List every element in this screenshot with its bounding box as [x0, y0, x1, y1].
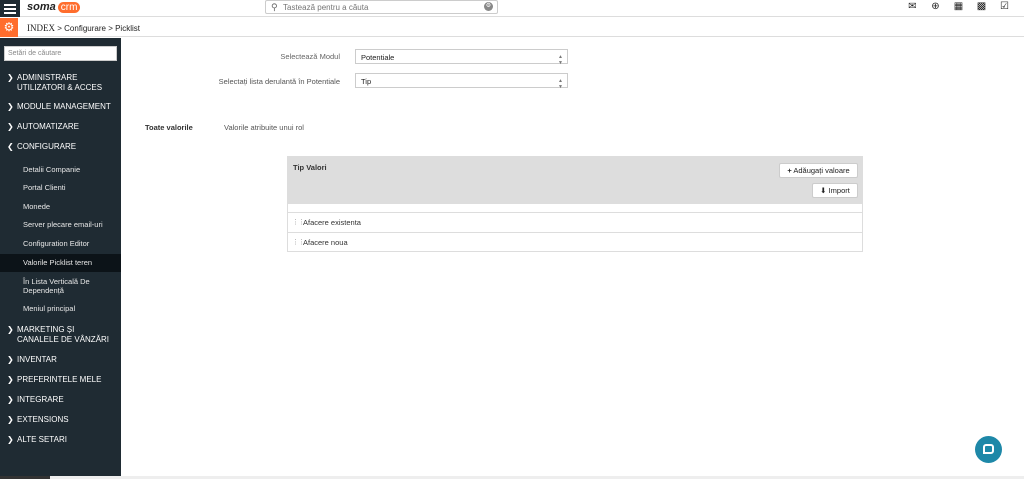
list-item[interactable]: ⋮⋮ Afacere existenta — [288, 212, 862, 231]
sidebar-item-monede[interactable]: Monede — [0, 202, 121, 211]
breadcrumb: INDEX > Configurare > Picklist — [27, 23, 140, 33]
plus-icon: + — [787, 166, 792, 175]
plus-circle-icon[interactable]: ⊕ — [930, 1, 941, 12]
sidebar-item-server-email[interactable]: Server plecare email-uri — [0, 220, 121, 229]
breadcrumb-picklist: Picklist — [115, 24, 140, 33]
sidebar-section-module-management[interactable]: ❯ MODULE MANAGEMENT — [0, 102, 121, 112]
breadcrumb-configurare[interactable]: Configurare — [64, 24, 106, 33]
sidebar-section-inventar[interactable]: ❯ INVENTAR — [0, 355, 121, 365]
bar-chart-icon[interactable]: ▩ — [976, 1, 987, 12]
sidebar-section-alte-setari[interactable]: ❯ ALTE SETARI — [0, 435, 121, 445]
chevron-down-icon: ❮ — [7, 142, 14, 151]
picklist-values-panel: Tip Valori + Adăugați valoare ⬇ Import ⋮… — [287, 156, 863, 252]
app-logo[interactable]: soma crm — [27, 1, 81, 13]
sidebar-section-configurare[interactable]: ❮ CONFIGURARE — [0, 142, 121, 152]
picklist-select-label: Selectați lista derulantă în Potentiale — [218, 77, 340, 86]
global-search-input[interactable] — [283, 1, 478, 13]
search-icon: ⚲ — [271, 2, 278, 12]
top-bar: somacrm ⚲ ⚙ ✉ ⊕ ▦ ▩ ☑ — [0, 0, 1024, 17]
chevron-right-icon: ❯ — [7, 355, 14, 364]
sidebar-item-portal-clienti[interactable]: Portal Clienti — [0, 183, 121, 192]
sidebar-item-configuration-editor[interactable]: Configuration Editor — [0, 239, 121, 248]
download-icon: ⬇ — [820, 186, 827, 195]
breadcrumb-bar: ⚙ INDEX > Configurare > Picklist — [0, 18, 1024, 37]
picklist-field-select[interactable]: Tip ▲ ▼ — [355, 73, 568, 90]
mail-icon[interactable]: ✉ — [907, 1, 918, 12]
sidebar-section-automatizare[interactable]: ❯ AUTOMATIZARE — [0, 122, 121, 132]
chevron-right-icon: ❯ — [7, 435, 14, 444]
chevron-right-icon: ❯ — [7, 325, 14, 334]
sidebar-section-integrare[interactable]: ❯ INTEGRARE — [0, 395, 121, 405]
dropdown-caret-icon: ▲ ▼ — [558, 54, 563, 66]
sidebar-item-detalii-companie[interactable]: Detalii Companie — [0, 165, 121, 174]
sidebar-section-extensions[interactable]: ❯ EXTENSIONS — [0, 415, 121, 425]
chevron-right-icon: ❯ — [7, 375, 14, 384]
chat-support-button[interactable] — [975, 436, 1002, 463]
module-select-label: Selectează Modul — [280, 52, 340, 61]
sidebar-item-picklist-values[interactable]: Valorile Picklist teren — [0, 254, 121, 272]
module-select[interactable]: Potentiale ▲ ▼ — [355, 49, 568, 66]
dropdown-caret-icon: ▲ ▼ — [558, 78, 563, 90]
add-value-button[interactable]: + Adăugați valoare — [779, 163, 858, 178]
chevron-right-icon: ❯ — [7, 415, 14, 424]
settings-search-input[interactable]: Setări de căutare — [4, 46, 117, 61]
panel-title: Tip Valori — [293, 163, 327, 172]
sidebar-section-administrare[interactable]: ❯ ADMINISTRARE UTILIZATORI & ACCES — [0, 73, 121, 93]
breadcrumb-index[interactable]: INDEX — [27, 23, 55, 33]
chat-bubble-icon — [983, 444, 994, 454]
settings-gear-icon[interactable]: ⚙ — [0, 18, 18, 37]
global-search: ⚲ ⚙ — [265, 0, 498, 14]
checkbox-icon[interactable]: ☑ — [999, 1, 1010, 12]
sidebar-section-marketing[interactable]: ❯ MARKETING ȘI CANALELE DE VÂNZĂRI — [0, 325, 121, 345]
chevron-right-icon: ❯ — [7, 122, 14, 131]
chevron-right-icon: ❯ — [7, 395, 14, 404]
advanced-search-icon[interactable]: ⚙ — [484, 2, 493, 11]
list-item[interactable]: ⋮⋮ Afacere noua — [288, 232, 862, 251]
chevron-right-icon: ❯ — [7, 102, 14, 111]
sidebar-item-main-menu[interactable]: Meniul principal — [0, 304, 121, 313]
sidebar-section-preferinte[interactable]: ❯ PREFERINTELE MELE — [0, 375, 121, 385]
menu-toggle-icon[interactable] — [0, 0, 20, 17]
calendar-icon[interactable]: ▦ — [953, 1, 964, 12]
tab-all-values[interactable]: Toate valorile — [145, 123, 193, 132]
import-button[interactable]: ⬇ Import — [812, 183, 858, 198]
chevron-right-icon: ❯ — [7, 73, 14, 82]
settings-sidebar: Setări de căutare ❯ ADMINISTRARE UTILIZA… — [0, 38, 121, 479]
sidebar-item-dependent-list[interactable]: În Lista Verticală De Dependență — [0, 277, 121, 295]
tab-role-values[interactable]: Valorile atribuite unui rol — [224, 123, 304, 132]
panel-header: Tip Valori + Adăugați valoare ⬇ Import — [288, 157, 862, 204]
